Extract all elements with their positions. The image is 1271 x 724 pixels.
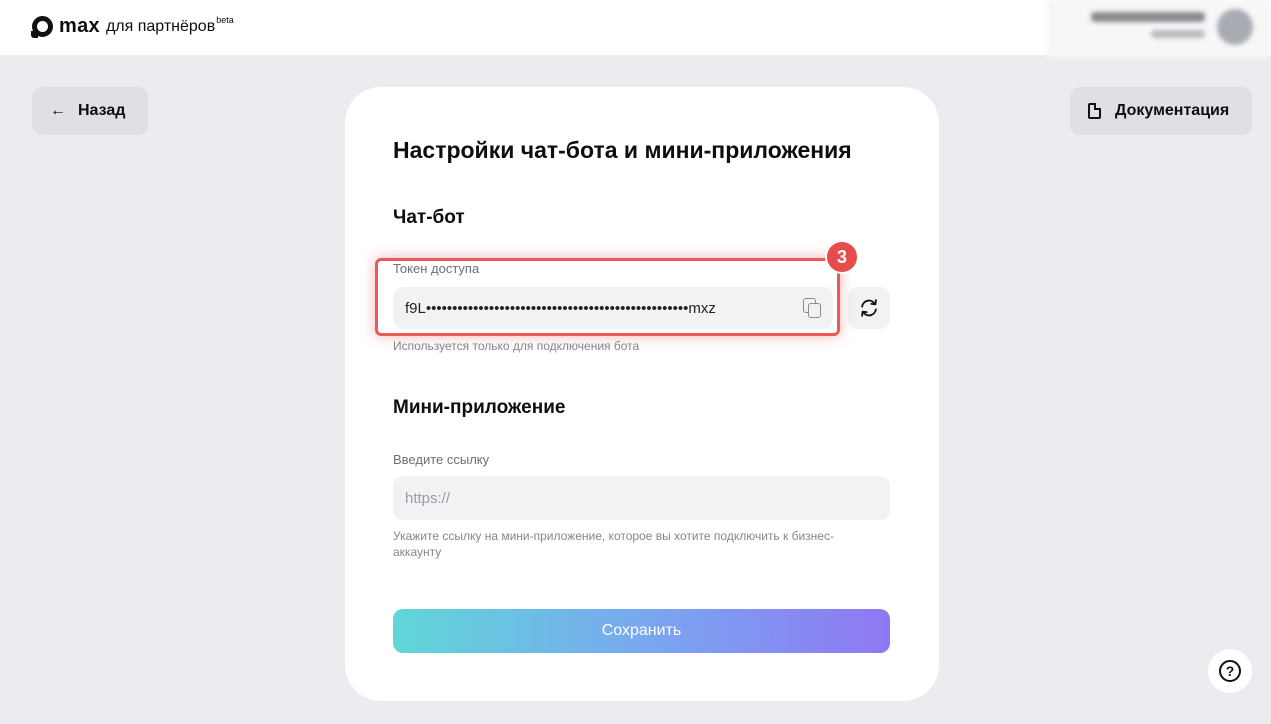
back-button[interactable]: ← Назад xyxy=(32,87,148,135)
step-badge: 3 xyxy=(825,240,859,274)
arrow-left-icon: ← xyxy=(50,102,66,119)
token-hint: Используется только для подключения бота xyxy=(393,339,640,353)
document-icon xyxy=(1088,103,1101,119)
token-label: Токен доступа xyxy=(393,261,480,276)
logo-partners-text: для партнёров xyxy=(105,18,216,35)
help-button[interactable]: ? xyxy=(1208,649,1252,693)
link-hint: Укажите ссылку на мини-приложение, котор… xyxy=(393,529,834,559)
avatar[interactable] xyxy=(1217,9,1253,45)
documentation-button-label: Документация xyxy=(1115,102,1230,119)
back-button-label: Назад xyxy=(78,102,126,119)
question-icon: ? xyxy=(1219,660,1241,682)
max-partners-logo[interactable]: max для партнёров beta xyxy=(31,14,234,40)
chatbot-section-heading: Чат-бот xyxy=(393,207,465,228)
max-logo-icon xyxy=(31,16,53,38)
miniapp-link-input[interactable] xyxy=(393,476,890,520)
page-title: Настройки чат-бота и мини-приложения xyxy=(393,137,852,163)
miniapp-section-heading: Мини-приложение xyxy=(393,397,566,418)
link-label: Введите ссылку xyxy=(393,452,490,467)
account-role-blurred xyxy=(1151,30,1205,38)
logo-max-text: max xyxy=(59,15,100,37)
refresh-token-button[interactable] xyxy=(848,287,890,329)
copy-icon[interactable] xyxy=(803,298,823,318)
token-value[interactable]: f9L•••••••••••••••••••••••••••••••••••••… xyxy=(405,300,795,317)
documentation-button[interactable]: Документация xyxy=(1070,87,1252,135)
copy-icon-front xyxy=(808,303,821,318)
account-menu[interactable] xyxy=(1047,0,1271,58)
account-name-blurred xyxy=(1091,12,1205,22)
refresh-icon xyxy=(861,299,877,317)
beta-label: beta xyxy=(216,15,234,25)
save-button[interactable]: Сохранить xyxy=(393,609,890,653)
settings-card: Настройки чат-бота и мини-приложения Чат… xyxy=(345,87,939,701)
token-field[interactable]: f9L•••••••••••••••••••••••••••••••••••••… xyxy=(393,287,833,329)
